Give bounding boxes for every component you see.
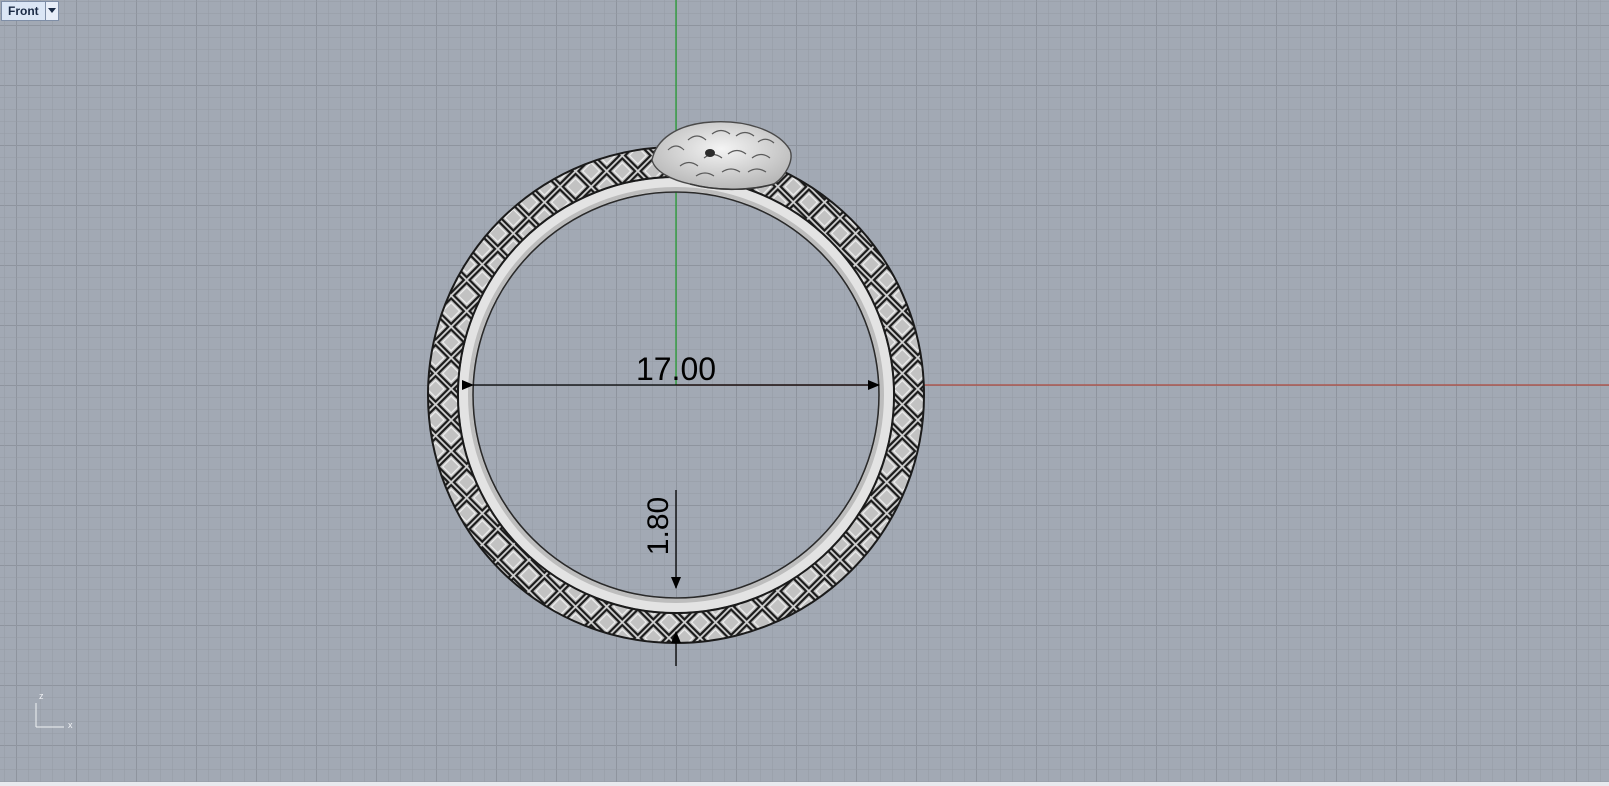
axis-x-label: x bbox=[68, 720, 73, 730]
viewport-title-tab[interactable]: Front bbox=[1, 1, 59, 21]
front-viewport[interactable]: Front 17.00 1.80 z x bbox=[0, 0, 1609, 786]
axis-z-label: z bbox=[39, 691, 44, 701]
snake-head bbox=[651, 121, 792, 191]
dropdown-arrow-icon[interactable] bbox=[44, 2, 58, 20]
diameter-dimension[interactable]: 17.00 bbox=[462, 351, 880, 390]
axis-orientation-widget: z x bbox=[35, 691, 73, 730]
viewport-name-label[interactable]: Front bbox=[2, 2, 45, 20]
viewport-canvas: 17.00 1.80 z x bbox=[35, 0, 1609, 730]
diameter-value: 17.00 bbox=[636, 351, 716, 387]
thickness-value: 1.80 bbox=[642, 497, 675, 555]
